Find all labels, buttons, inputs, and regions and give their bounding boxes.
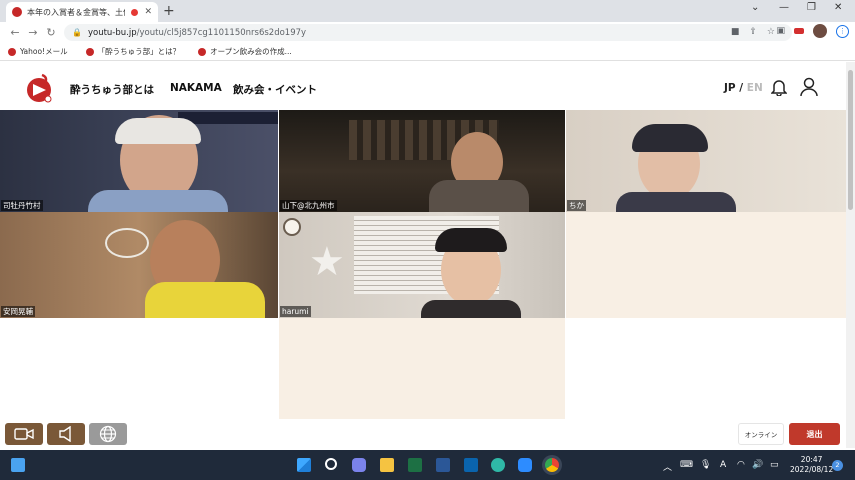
nav-nakama[interactable]: NAKAMA — [170, 82, 222, 94]
microphone-icon[interactable]: 🎙 — [700, 460, 711, 470]
scrollbar-thumb[interactable] — [848, 70, 853, 210]
lang-jp[interactable]: JP — [724, 82, 736, 94]
outlook-icon[interactable] — [464, 458, 478, 472]
site-logo[interactable] — [24, 72, 54, 104]
new-tab-button[interactable]: + — [163, 3, 175, 19]
browser-tab[interactable]: 本年の入賞者＆金賞等、土佐 ✕ — [6, 2, 158, 22]
tab-search-icon[interactable]: ⌄ — [751, 2, 759, 13]
bookmark-item[interactable]: Yahoo!メール — [8, 46, 68, 57]
widgets-icon[interactable] — [11, 458, 25, 472]
video-tile: 山下@北九州市 — [279, 110, 565, 212]
site-favicon-icon — [12, 7, 22, 17]
extension-icon[interactable] — [794, 28, 804, 34]
chrome-icon[interactable] — [545, 458, 559, 472]
browser-tab-bar: 本年の入賞者＆金賞等、土佐 ✕ + ⌄ — ❐ ✕ — [0, 0, 855, 22]
bell-icon[interactable] — [771, 78, 787, 96]
file-explorer-icon[interactable] — [380, 458, 394, 472]
bookmark-favicon-icon — [85, 47, 94, 56]
zoom-icon[interactable] — [518, 458, 532, 472]
url-host: youtu-bu.jp — [87, 27, 137, 38]
exit-button[interactable]: 退出 — [789, 423, 840, 445]
empty-video-slot — [279, 318, 565, 419]
restore-icon[interactable]: ❐ — [807, 2, 816, 13]
edge-icon[interactable] — [491, 458, 505, 472]
back-icon[interactable]: ← — [6, 26, 24, 39]
bookmark-item[interactable]: 「酔うちゅう部」とは？ — [85, 46, 180, 57]
ime-indicator[interactable]: A — [720, 460, 726, 470]
browser-toolbar: ← → ↻ 🔒 youtu-bu.jp/youtu/cl5j857cg11011… — [0, 22, 855, 43]
wifi-icon[interactable]: ◠ — [737, 460, 745, 470]
url-path: /youtu/cl5j857cg1101150nrs6s2do197y — [136, 27, 307, 38]
profile-avatar[interactable] — [813, 24, 827, 38]
side-panel-icon[interactable]: ▣ — [776, 26, 785, 36]
bookmarks-bar: Yahoo!メール 「酔うちゅう部」とは？ オープン飲み会の作成... — [0, 43, 855, 61]
star-decoration-icon: ★ — [309, 239, 345, 285]
start-menu-icon[interactable] — [297, 458, 311, 472]
video-tile: 司牡丹竹村 — [0, 110, 278, 212]
share-icon[interactable]: ⇪ — [749, 27, 757, 37]
video-tile: ★ harumi — [279, 212, 565, 318]
bookmark-star-icon[interactable]: ☆ — [767, 27, 775, 37]
windows-taskbar: ︿ ⌨ 🎙 A ◠ 🔊 ▭ 20:47 2022/08/12 2 — [0, 450, 855, 480]
globe-button[interactable] — [89, 423, 127, 445]
participant-name-label: 安岡晃輔 — [1, 306, 35, 317]
search-icon[interactable] — [325, 458, 337, 470]
camera-toggle-button[interactable] — [5, 423, 43, 445]
speaker-icon — [59, 426, 71, 442]
globe-icon — [99, 425, 117, 443]
empty-video-slot — [566, 212, 846, 318]
recording-indicator-icon — [131, 8, 139, 16]
forward-icon[interactable]: → — [24, 26, 42, 39]
wine-glass — [105, 228, 149, 258]
bookmark-favicon-icon — [8, 47, 16, 56]
bookmark-favicon-icon — [198, 47, 207, 56]
camera-in-use-icon[interactable]: ■ — [731, 27, 740, 37]
address-bar[interactable]: 🔒 youtu-bu.jp/youtu/cl5j857cg1101150nrs6… — [64, 24, 792, 41]
lock-icon: 🔒 — [72, 28, 82, 37]
participant-name-label: harumi — [280, 306, 311, 317]
system-clock[interactable]: 20:47 2022/08/12 — [790, 455, 833, 475]
window-close-icon[interactable]: ✕ — [834, 2, 842, 13]
tab-title: 本年の入賞者＆金賞等、土佐 — [27, 7, 126, 17]
participant-name-label: 山下@北九州市 — [280, 200, 337, 211]
battery-icon[interactable]: ▭ — [770, 460, 779, 470]
tab-close-icon[interactable]: ✕ — [144, 7, 152, 17]
teams-chat-icon[interactable] — [352, 458, 366, 472]
video-tile: 安岡晃輔 — [0, 212, 278, 318]
bookmark-item[interactable]: オープン飲み会の作成... — [198, 46, 292, 57]
minimize-icon[interactable]: — — [779, 2, 789, 13]
notification-badge[interactable]: 2 — [832, 460, 843, 471]
language-switcher[interactable]: JP / EN — [724, 82, 763, 94]
keyboard-icon[interactable]: ⌨ — [680, 460, 693, 470]
nav-events[interactable]: 飲み会・イベント — [233, 82, 317, 97]
word-icon[interactable] — [436, 458, 450, 472]
reload-icon[interactable]: ↻ — [42, 26, 60, 39]
speaker-toggle-button[interactable] — [47, 423, 85, 445]
online-status-button[interactable]: オンライン — [738, 423, 784, 445]
lang-en[interactable]: EN — [747, 82, 763, 94]
excel-icon[interactable] — [408, 458, 422, 472]
site-header: 酔うちゅう部とは NAKAMA 飲み会・イベント JP / EN — [0, 62, 846, 110]
browser-menu-icon[interactable]: ⋮ — [836, 24, 849, 38]
video-tile: ちか — [566, 110, 846, 212]
nav-about[interactable]: 酔うちゅう部とは — [70, 82, 154, 97]
volume-icon[interactable]: 🔊 — [752, 460, 763, 470]
user-icon[interactable] — [800, 77, 818, 97]
camera-icon — [14, 428, 34, 440]
tray-overflow-icon[interactable]: ︿ — [663, 460, 672, 473]
participant-name-label: ちか — [567, 200, 586, 211]
wall-clock-icon — [283, 218, 301, 236]
participant-name-label: 司牡丹竹村 — [1, 200, 43, 211]
